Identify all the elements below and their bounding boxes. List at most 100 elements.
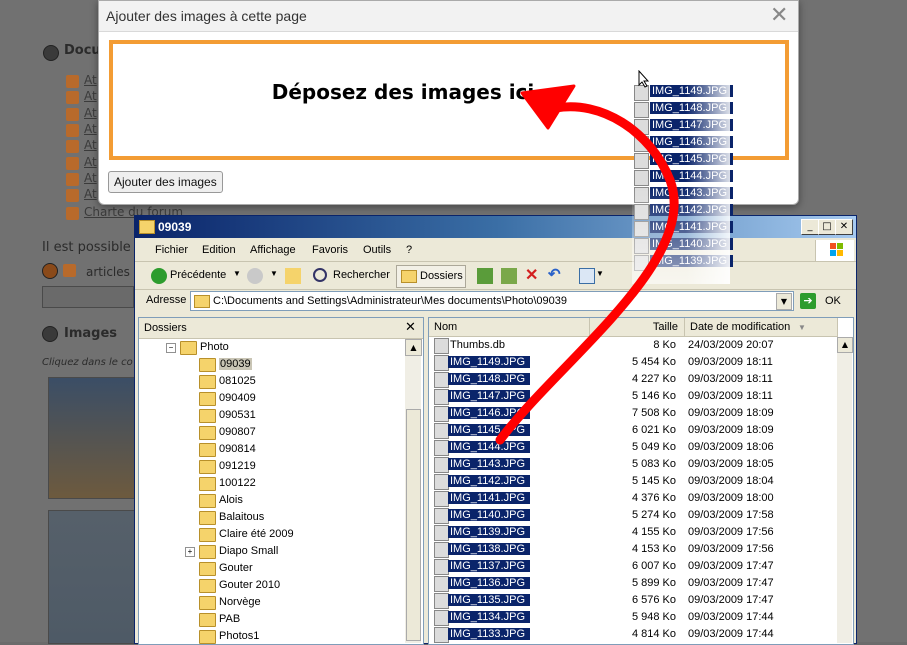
folder-icon [199,443,216,457]
tree-item[interactable]: Balaitous [139,509,403,526]
back-arrow-icon[interactable] [151,268,167,284]
folders-toggle[interactable]: Dossiers [396,265,466,288]
chevron-down-icon[interactable]: ▼ [596,269,604,278]
drag-ghost-item: IMG_1139.JPG [632,254,733,271]
tree-item[interactable]: 100122 [139,475,403,492]
folder-icon [199,562,216,576]
menu-help[interactable]: ? [406,244,412,256]
file-row[interactable]: IMG_1141.JPG 4 376 Ko 09/03/2009 18:00 [429,490,839,507]
jpg-file-icon [434,542,449,558]
close-icon[interactable]: ✕ [405,320,416,335]
folder-up-icon[interactable] [285,268,301,284]
file-row[interactable]: IMG_1145.JPG 6 021 Ko 09/03/2009 18:09 [429,422,839,439]
file-row[interactable]: IMG_1133.JPG 4 814 Ko 09/03/2009 17:44 [429,626,839,643]
file-row[interactable]: IMG_1139.JPG 4 155 Ko 09/03/2009 17:56 [429,524,839,541]
move-to-icon[interactable] [477,268,493,284]
file-date: 09/03/2009 17:44 [688,611,774,623]
tree-item[interactable]: 090814 [139,441,403,458]
file-row[interactable]: IMG_1147.JPG 5 146 Ko 09/03/2009 18:11 [429,388,839,405]
expand-icon[interactable]: + [185,547,195,557]
chevron-down-icon[interactable]: ▼ [233,269,241,278]
menu-edition[interactable]: Edition [202,244,236,256]
file-row[interactable]: IMG_1143.JPG 5 083 Ko 09/03/2009 18:05 [429,456,839,473]
vertical-scrollbar[interactable]: ▲ [405,339,422,643]
menu-fichier[interactable]: Fichier [155,244,188,256]
menu-outils[interactable]: Outils [363,244,391,256]
tree-item-label: Gouter 2010 [219,579,281,591]
menu-favoris[interactable]: Favoris [312,244,348,256]
file-row[interactable]: IMG_1140.JPG 5 274 Ko 09/03/2009 17:58 [429,507,839,524]
file-row[interactable]: IMG_1137.JPG 6 007 Ko 09/03/2009 17:47 [429,558,839,575]
tree-item[interactable]: 090807 [139,424,403,441]
file-row[interactable]: IMG_1138.JPG 4 153 Ko 09/03/2009 17:56 [429,541,839,558]
delete-icon[interactable]: ✕ [525,265,538,285]
tree-item[interactable]: + Diapo Small [139,543,403,560]
jpg-file-icon [634,136,649,152]
file-row[interactable]: IMG_1146.JPG 7 508 Ko 09/03/2009 18:09 [429,405,839,422]
tree-item-label: Balaitous [219,511,265,523]
tree-item[interactable]: Gouter 2010 [139,577,403,594]
column-header-size[interactable]: Taille [590,318,685,337]
tree-item[interactable]: Norvège [139,594,403,611]
maximize-button[interactable]: □ [818,219,836,235]
back-button[interactable]: Précédente [170,269,226,281]
file-name: Thumbs.db [450,339,506,351]
explorer-titlebar[interactable]: 09039 _ □ ✕ [135,216,856,238]
copy-to-icon[interactable] [501,268,517,284]
add-images-button[interactable]: Ajouter des images [108,171,223,193]
document-icon [66,207,79,220]
scroll-up-icon[interactable]: ▲ [837,337,853,353]
chevron-down-icon[interactable]: ▼ [776,293,792,310]
file-row[interactable]: IMG_1148.JPG 4 227 Ko 09/03/2009 18:11 [429,371,839,388]
collapse-icon[interactable]: − [166,343,176,353]
tree-item[interactable]: Claire été 2009 [139,526,403,543]
file-date: 24/03/2009 20:07 [688,339,774,351]
folder-icon [180,341,197,355]
menu-affichage[interactable]: Affichage [250,244,296,256]
file-row[interactable]: IMG_1135.JPG 6 576 Ko 09/03/2009 17:47 [429,592,839,609]
tree-item[interactable]: Alois [139,492,403,509]
file-row[interactable]: IMG_1142.JPG 5 145 Ko 09/03/2009 18:04 [429,473,839,490]
scrollbar-thumb[interactable] [406,409,421,641]
search-button[interactable]: Rechercher [333,269,390,281]
file-row[interactable]: IMG_1144.JPG 5 049 Ko 09/03/2009 18:06 [429,439,839,456]
file-date: 09/03/2009 18:11 [688,390,773,402]
file-size: 4 376 Ko [631,492,676,504]
minimize-button[interactable]: _ [801,219,819,235]
views-icon[interactable] [579,268,595,284]
file-size: 4 227 Ko [631,373,676,385]
document-link: At [84,105,97,120]
column-header-name[interactable]: Nom [429,318,590,337]
close-icon[interactable]: ✕ [770,5,788,27]
go-button[interactable]: OK [825,295,841,307]
tree-item-label: Photo [200,341,229,353]
info-text: Il est possible [42,240,131,255]
tree-item[interactable]: 090409 [139,390,403,407]
file-date: 09/03/2009 17:56 [688,526,774,538]
tree-item[interactable]: PAB [139,611,403,628]
file-row[interactable]: IMG_1149.JPG 5 454 Ko 09/03/2009 18:11 [429,354,839,371]
close-button[interactable]: ✕ [835,219,853,235]
tree-item[interactable]: 081025 [139,373,403,390]
tree-item[interactable]: Photos1 [139,628,403,645]
file-row[interactable]: IMG_1136.JPG 5 899 Ko 09/03/2009 17:47 [429,575,839,592]
search-icon[interactable] [313,268,327,282]
tree-item[interactable]: 090531 [139,407,403,424]
undo-icon[interactable]: ↶ [548,265,561,283]
tree-item[interactable]: Gouter [139,560,403,577]
address-input[interactable]: C:\Documents and Settings\Administrateur… [190,291,794,311]
vertical-scrollbar[interactable]: ▲ [837,337,853,643]
scroll-up-icon[interactable]: ▲ [405,339,422,356]
folder-icon [199,392,216,406]
file-date: 09/03/2009 18:09 [688,424,774,436]
chevron-down-icon[interactable]: ▼ [270,269,278,278]
tree-item[interactable]: 091219 [139,458,403,475]
file-row[interactable]: Thumbs.db 8 Ko 24/03/2009 20:07 [429,337,839,354]
forward-arrow-icon[interactable] [247,268,263,284]
column-header-date[interactable]: Date de modification ▼ [685,318,838,337]
file-row[interactable]: IMG_1134.JPG 5 948 Ko 09/03/2009 17:44 [429,609,839,626]
tree-item[interactable]: − Photo [139,339,403,356]
tree-item[interactable]: 09039 [139,356,403,373]
go-arrow-icon[interactable]: ➔ [800,293,816,309]
collapse-icon [42,326,58,342]
